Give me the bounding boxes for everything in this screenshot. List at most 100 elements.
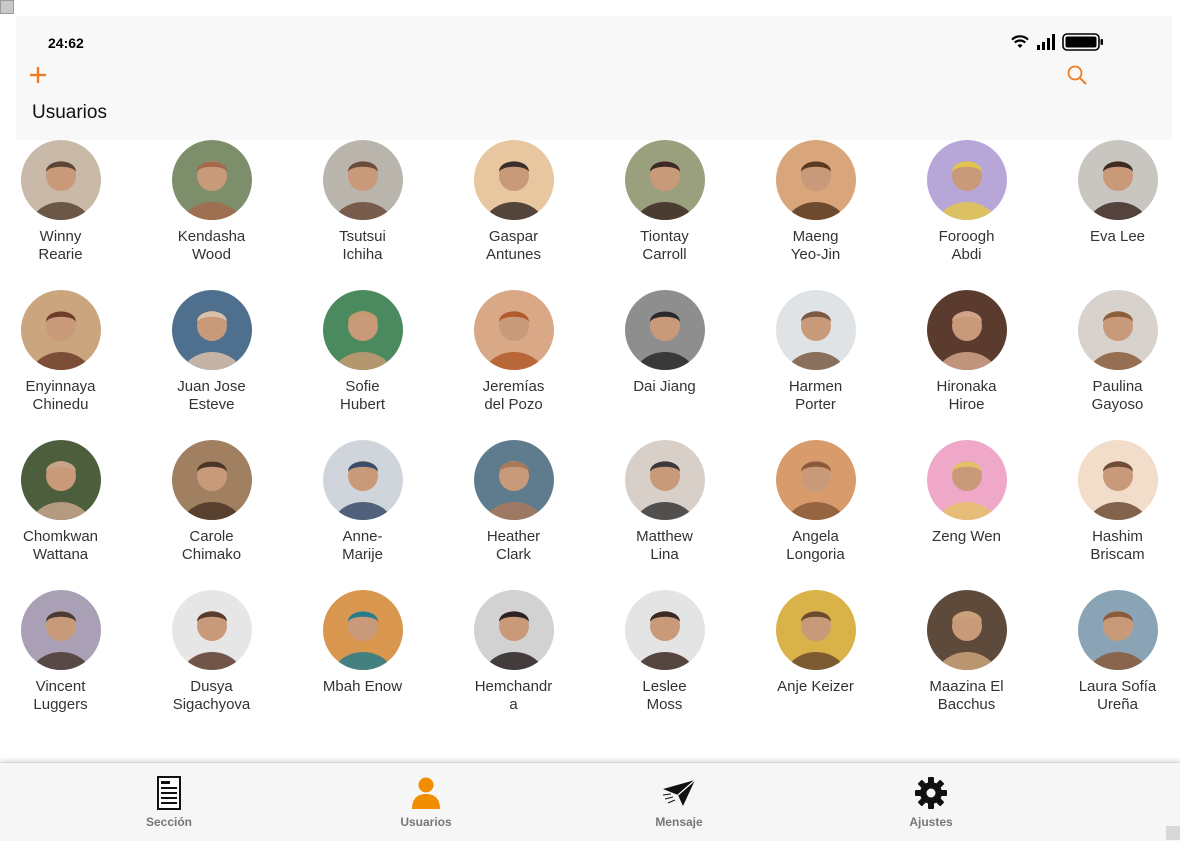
- user-name: Hemchandr a: [474, 678, 553, 713]
- user-name: Zeng Wen: [932, 528, 1001, 545]
- user-card[interactable]: Anne- Marije: [287, 440, 438, 564]
- user-card[interactable]: Dusya Sigachyova: [136, 590, 287, 714]
- gear-icon: [915, 777, 947, 809]
- window-corner-box: [0, 0, 14, 14]
- avatar: [1077, 590, 1158, 670]
- cellular-signal-icon: [1037, 34, 1055, 50]
- user-card[interactable]: Paulina Gayoso: [1042, 290, 1180, 414]
- avatar: [1077, 290, 1158, 370]
- user-name: Maazina El Bacchus: [929, 678, 1004, 713]
- user-name: Eva Lee: [1089, 228, 1146, 245]
- user-name: Hashim Briscam: [1090, 528, 1145, 563]
- avatar: [20, 440, 101, 520]
- user-card[interactable]: Heather Clark: [438, 440, 589, 564]
- user-name: Chomkwan Wattana: [22, 528, 99, 563]
- user-name: Matthew Lina: [636, 528, 693, 563]
- user-card[interactable]: Jeremías del Pozo: [438, 290, 589, 414]
- user-name: Leslee Moss: [642, 678, 687, 713]
- search-button[interactable]: [1067, 65, 1089, 87]
- user-card[interactable]: Gaspar Antunes: [438, 140, 589, 264]
- avatar: [926, 140, 1007, 220]
- user-card[interactable]: Sofie Hubert: [287, 290, 438, 414]
- user-name: Jeremías del Pozo: [482, 378, 545, 413]
- user-name: Kendasha Wood: [177, 228, 246, 263]
- avatar: [926, 290, 1007, 370]
- user-name: Angela Longoria: [786, 528, 845, 563]
- user-card[interactable]: Angela Longoria: [740, 440, 891, 564]
- user-card[interactable]: Matthew Lina: [589, 440, 740, 564]
- user-card[interactable]: Vincent Luggers: [0, 590, 136, 714]
- user-name: Dai Jiang: [633, 378, 696, 395]
- status-time: 24:62: [48, 35, 84, 51]
- avatar: [775, 140, 856, 220]
- avatar: [322, 140, 403, 220]
- user-card[interactable]: Zeng Wen: [891, 440, 1042, 546]
- user-card[interactable]: Hironaka Hiroe: [891, 290, 1042, 414]
- tab-label: Mensaje: [655, 815, 703, 829]
- avatar: [473, 290, 554, 370]
- tab-ajustes[interactable]: Ajustes: [861, 775, 1001, 829]
- avatar: [473, 140, 554, 220]
- avatar: [926, 440, 1007, 520]
- user-card[interactable]: Maazina El Bacchus: [891, 590, 1042, 714]
- add-user-button[interactable]: [30, 62, 50, 86]
- user-card[interactable]: Leslee Moss: [589, 590, 740, 714]
- avatar: [322, 290, 403, 370]
- avatar: [624, 140, 705, 220]
- user-card[interactable]: Winny Rearie: [0, 140, 136, 264]
- user-card[interactable]: Laura Sofía Ureña: [1042, 590, 1180, 714]
- tab-label: Ajustes: [909, 815, 953, 829]
- user-card[interactable]: Mbah Enow: [287, 590, 438, 696]
- user-name: Sofie Hubert: [339, 378, 386, 413]
- user-card[interactable]: Tsutsui Ichiha: [287, 140, 438, 264]
- avatar: [775, 440, 856, 520]
- user-card[interactable]: Foroogh Abdi: [891, 140, 1042, 264]
- tab-usuarios[interactable]: Usuarios: [356, 775, 496, 829]
- avatar: [171, 290, 252, 370]
- user-name: Gaspar Antunes: [485, 228, 542, 263]
- window-resize-corner: [1166, 826, 1180, 840]
- user-card[interactable]: Kendasha Wood: [136, 140, 287, 264]
- user-card[interactable]: Harmen Porter: [740, 290, 891, 414]
- page-title: Usuarios: [32, 102, 107, 123]
- user-name: Anne- Marije: [342, 528, 383, 563]
- user-card[interactable]: Tiontay Carroll: [589, 140, 740, 264]
- avatar: [171, 140, 252, 220]
- user-card[interactable]: Chomkwan Wattana: [0, 440, 136, 564]
- user-name: Winny Rearie: [38, 228, 83, 263]
- avatar: [171, 440, 252, 520]
- tab-mensaje[interactable]: Mensaje: [609, 775, 749, 829]
- user-name: Dusya Sigachyova: [172, 678, 251, 713]
- user-name: Carole Chimako: [181, 528, 242, 563]
- user-card[interactable]: Hemchandr a: [438, 590, 589, 714]
- top-bar: 24:62 Usuarios: [16, 16, 1172, 140]
- avatar: [1077, 140, 1158, 220]
- avatar: [322, 590, 403, 670]
- user-name: Heather Clark: [486, 528, 541, 563]
- avatar: [624, 440, 705, 520]
- user-name: Laura Sofía Ureña: [1078, 678, 1157, 713]
- avatar: [775, 290, 856, 370]
- user-card[interactable]: Maeng Yeo-Jin: [740, 140, 891, 264]
- tab-bar: Sección Usuarios Mensaje Ajustes: [0, 762, 1180, 841]
- user-card[interactable]: Juan Jose Esteve: [136, 290, 287, 414]
- user-card[interactable]: Dai Jiang: [589, 290, 740, 396]
- avatar: [20, 140, 101, 220]
- avatar: [322, 440, 403, 520]
- user-card[interactable]: Eva Lee: [1042, 140, 1180, 246]
- user-name: Hironaka Hiroe: [936, 378, 997, 413]
- search-icon: [1067, 65, 1087, 85]
- avatar: [20, 590, 101, 670]
- user-card[interactable]: Anje Keizer: [740, 590, 891, 696]
- user-name: Maeng Yeo-Jin: [790, 228, 841, 263]
- user-card[interactable]: Enyinnaya Chinedu: [0, 290, 136, 414]
- tab-seccion[interactable]: Sección: [99, 775, 239, 829]
- user-name: Anje Keizer: [777, 678, 854, 695]
- avatar: [473, 440, 554, 520]
- user-name: Enyinnaya Chinedu: [25, 378, 96, 413]
- user-card[interactable]: Hashim Briscam: [1042, 440, 1180, 564]
- user-name: Tsutsui Ichiha: [339, 228, 386, 263]
- user-card[interactable]: Carole Chimako: [136, 440, 287, 564]
- battery-icon: [1062, 33, 1103, 51]
- avatar: [171, 590, 252, 670]
